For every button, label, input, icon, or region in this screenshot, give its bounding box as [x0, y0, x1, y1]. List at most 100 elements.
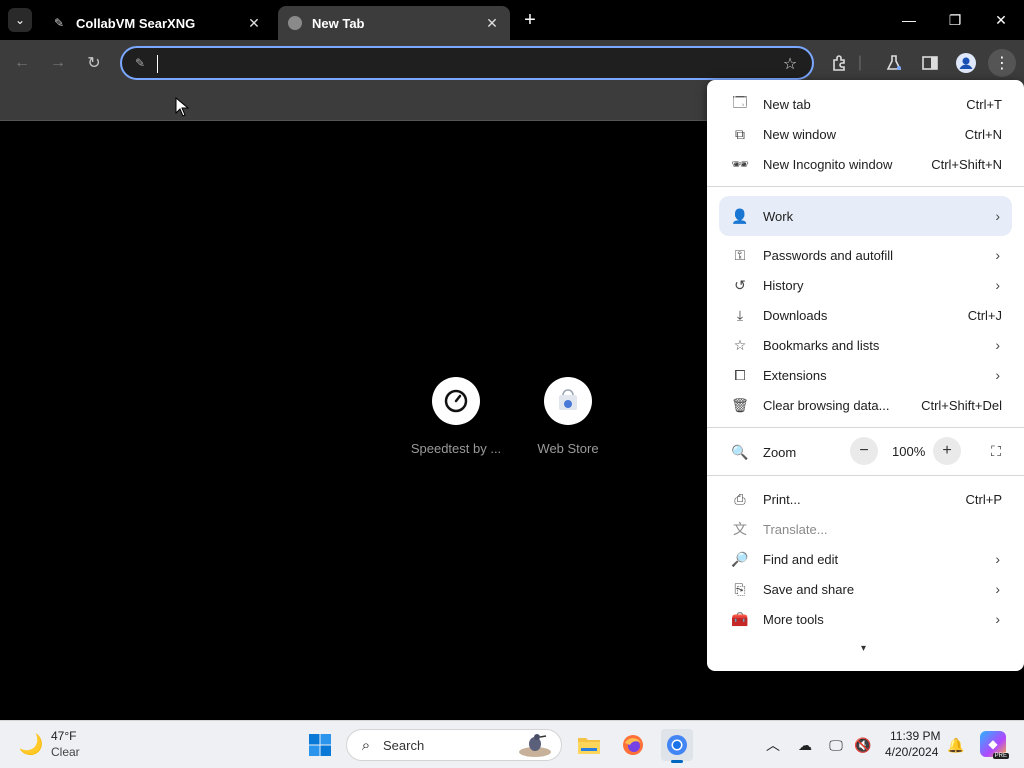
menu-item-print[interactable]: ⎙ Print... Ctrl+P: [707, 485, 1024, 513]
trash-icon: 🗑: [731, 396, 749, 413]
fullscreen-button[interactable]: ⛶: [986, 441, 1006, 461]
monitor-icon: 🖵: [829, 736, 843, 753]
side-panel-button[interactable]: [916, 49, 944, 77]
chevron-right-icon: ›: [995, 367, 1000, 383]
menu-item-label: More tools: [763, 611, 824, 627]
onedrive-tray[interactable]: ☁: [795, 735, 815, 755]
restore-button[interactable]: ❐: [932, 6, 978, 34]
history-icon: ↺: [734, 276, 746, 293]
tab-strip: ⌄ ✎ CollabVM SearXNG ✕ New Tab ✕ + — ❐ ✕: [0, 0, 1024, 40]
menu-item-label: History: [763, 277, 804, 293]
bookmark-star-icon[interactable]: ☆: [780, 54, 800, 74]
printer-icon: ⎙: [734, 490, 746, 507]
shortcut-web-store[interactable]: Web Store: [518, 377, 618, 456]
menu-item-save-and-share[interactable]: ⎘ Save and share ›: [707, 575, 1024, 603]
copilot-icon: ◆: [988, 737, 998, 751]
globe-icon: [288, 16, 302, 30]
menu-item-bookmarks[interactable]: ☆ Bookmarks and lists ›: [707, 331, 1024, 359]
chevron-right-icon: ›: [995, 581, 1000, 597]
find-page-icon: 🔎: [731, 550, 749, 567]
menu-item-new-incognito[interactable]: 🕶 New Incognito window Ctrl+Shift+N: [707, 150, 1024, 178]
clock-date[interactable]: 4/20/2024: [885, 745, 938, 759]
person-icon: 👤: [731, 207, 749, 224]
moon-icon[interactable]: 🌙: [18, 731, 44, 757]
menu-item-translate: 文 Translate...: [707, 515, 1024, 543]
menu-item-profile[interactable]: 👤 Work ›: [719, 196, 1012, 236]
folder-icon: [578, 738, 600, 754]
new-tab-button[interactable]: +: [518, 8, 542, 32]
star-icon: ☆: [733, 336, 747, 353]
arrow-right-icon: →: [50, 54, 66, 71]
extensions-button[interactable]: [826, 49, 854, 77]
weather-temperature[interactable]: 47°F: [51, 729, 76, 743]
minimize-button[interactable]: —: [886, 6, 932, 34]
menu-item-new-window[interactable]: ⧉ New window Ctrl+N: [707, 120, 1024, 148]
menu-item-passwords[interactable]: ⚿ Passwords and autofill ›: [707, 241, 1024, 269]
reload-button[interactable]: ↻: [80, 49, 108, 77]
tab-new-tab[interactable]: New Tab ✕: [278, 6, 510, 40]
minimize-icon: —: [902, 12, 916, 28]
chrome-app[interactable]: [661, 729, 693, 763]
labs-button[interactable]: [880, 49, 908, 77]
taskbar-search[interactable]: ⌕ Search: [346, 729, 562, 761]
window-close-button[interactable]: ✕: [978, 6, 1024, 34]
zoom-out-button[interactable]: −: [850, 437, 878, 465]
incognito-icon: 🕶: [731, 155, 749, 172]
show-hidden-icons-button[interactable]: ︿: [763, 735, 783, 755]
active-app-indicator: [671, 760, 683, 763]
windows-start-icon[interactable]: [308, 733, 332, 757]
speaker-muted-icon: 🔇: [854, 736, 872, 753]
notifications-button[interactable]: 🔔: [946, 735, 966, 755]
tab-collabvm-searxng[interactable]: ✎ CollabVM SearXNG ✕: [42, 6, 272, 40]
zoom-in-button[interactable]: +: [933, 437, 961, 465]
address-input[interactable]: [156, 52, 776, 74]
back-button[interactable]: ←: [8, 49, 36, 77]
network-tray[interactable]: 🖵: [826, 735, 846, 755]
translate-icon: 文: [733, 521, 747, 537]
site-info-icon: ✎: [134, 56, 146, 70]
toolbox-icon: 🧰: [731, 610, 749, 627]
shortcut-label: Web Store: [537, 441, 599, 456]
copilot-preview-badge: PRE: [992, 753, 1009, 759]
menu-item-extensions[interactable]: ⧠ Extensions ›: [707, 361, 1024, 389]
menu-item-new-tab[interactable]: 🗔 New tab Ctrl+T: [707, 90, 1024, 118]
scroll-down-icon[interactable]: ▾: [861, 643, 866, 654]
menu-divider: [707, 427, 1024, 428]
chevron-right-icon: ›: [995, 611, 1000, 627]
copilot-button[interactable]: ◆ PRE: [980, 731, 1009, 759]
menu-item-find-and-edit[interactable]: 🔎 Find and edit ›: [707, 545, 1024, 573]
menu-item-downloads[interactable]: ⤓ Downloads Ctrl+J: [707, 301, 1024, 329]
menu-item-label: New Incognito window: [763, 156, 893, 172]
shortcut-icon-container: [544, 377, 592, 425]
menu-item-label: Passwords and autofill: [763, 247, 894, 263]
cloud-off-icon: ☁: [798, 736, 812, 753]
close-icon[interactable]: ✕: [484, 15, 500, 31]
weather-condition[interactable]: Clear: [51, 745, 80, 759]
puzzle-icon: [833, 55, 845, 71]
menu-item-label: Zoom: [763, 444, 797, 460]
chevron-up-icon: ︿: [766, 737, 780, 753]
menu-item-label: Print...: [763, 491, 801, 507]
menu-item-label: Find and edit: [763, 551, 839, 567]
shortcut-speedtest[interactable]: Speedtest by ...: [406, 377, 506, 456]
chevron-right-icon: ›: [995, 337, 1000, 353]
firefox-app[interactable]: [617, 729, 649, 761]
address-bar[interactable]: ✎ ☆: [120, 46, 814, 80]
tab-search-button[interactable]: ⌄: [8, 8, 32, 32]
menu-item-label: New window: [763, 126, 836, 142]
file-explorer-app[interactable]: [573, 729, 605, 761]
close-icon[interactable]: ✕: [246, 15, 262, 31]
web-store-icon: [559, 389, 577, 410]
menu-item-history[interactable]: ↺ History ›: [707, 271, 1024, 299]
menu-item-shortcut: Ctrl+T: [966, 96, 1002, 112]
forward-button[interactable]: →: [44, 49, 72, 77]
menu-item-label: New tab: [763, 96, 811, 112]
profile-button[interactable]: [952, 49, 980, 77]
clock-time[interactable]: 11:39 PM: [890, 729, 940, 743]
magnifier-icon: 🔍: [731, 443, 749, 460]
menu-item-more-tools[interactable]: 🧰 More tools ›: [707, 605, 1024, 633]
volume-tray[interactable]: 🔇: [853, 735, 873, 755]
menu-button[interactable]: ⋮: [988, 49, 1016, 77]
menu-item-clear-browsing-data[interactable]: 🗑 Clear browsing data... Ctrl+Shift+Del: [707, 391, 1024, 419]
toolbar-divider: |: [857, 54, 863, 71]
